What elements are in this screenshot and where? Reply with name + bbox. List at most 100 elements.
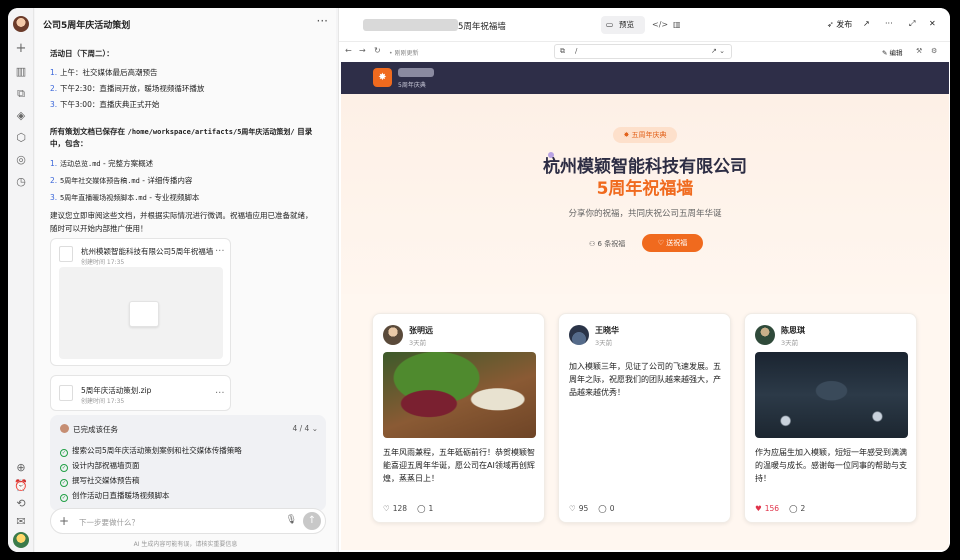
refresh-icon[interactable]: ↻ bbox=[374, 46, 381, 55]
tab-preview[interactable]: ▭ 预览 bbox=[601, 16, 645, 34]
app-window: + ▥ ⧉ ◈ ⬡ ◎ ◷ ⊕ ⏰ ⟲ ✉ 公司5周年庆活动策划 ··· 活动日… bbox=[8, 8, 950, 552]
target-icon[interactable]: ◎ bbox=[13, 152, 29, 168]
wish-card: 王晓华 3天前 加入模颖三年，见证了公司的飞速发展。五周年之际，祝愿我们的团队越… bbox=[558, 313, 731, 523]
task-item: ✓ 设计内部祝福墙页面 bbox=[60, 461, 140, 472]
advice-text: 建议您立即审阅这些文档，并根据实际情况进行微调。祝福墙应用已准备就绪， bbox=[50, 211, 313, 220]
page-icon: ⧉ bbox=[560, 47, 565, 55]
wish-count: ⚇ 6 条祝福 bbox=[589, 240, 626, 248]
mic-icon[interactable]: 🎙 bbox=[286, 515, 297, 525]
doc-item: 2. 5周年社交媒体预告稿.md - 详细传播内容 bbox=[50, 176, 193, 185]
more-icon[interactable]: ··· bbox=[885, 19, 893, 28]
card-footer: ♥ 156 ◯ 2 bbox=[755, 504, 806, 513]
comment-icon[interactable]: ◯ bbox=[417, 504, 425, 513]
artifact-preview[interactable] bbox=[59, 267, 223, 359]
mail-icon[interactable]: ✉ bbox=[13, 514, 29, 530]
attach-icon[interactable]: + bbox=[59, 514, 69, 528]
doc-item: 1. 活动总览.md - 完整方案概述 bbox=[50, 159, 154, 168]
anniversary-badge: ✸ 五周年庆典 bbox=[613, 127, 677, 143]
close-icon[interactable]: ✕ bbox=[929, 19, 936, 28]
preview-panel: 5周年祝福墙 ▭ 预览 </> ▥ ➶ 发布 ↗ ··· ⤢ ✕ ← → ↻ • … bbox=[338, 8, 950, 552]
logo-icon[interactable]: ✸ bbox=[373, 68, 392, 87]
more-icon[interactable]: ··· bbox=[317, 14, 328, 28]
monitor-icon: ▭ bbox=[606, 20, 614, 29]
artifact-card-zip[interactable]: 5周年庆活动策划.zip 创建时间 17:35 ··· bbox=[50, 375, 231, 411]
redacted-brand bbox=[398, 68, 434, 77]
chart-icon[interactable]: ▥ bbox=[673, 20, 681, 29]
wall-title: 5周年祝福墙 bbox=[596, 179, 694, 199]
preview-thumb-icon bbox=[129, 301, 159, 327]
publish-button[interactable]: ➶ 发布 bbox=[827, 19, 852, 30]
task-header[interactable]: 已完成该任务 bbox=[60, 424, 118, 435]
author-name: 陈思琪 bbox=[781, 326, 805, 335]
expand-icon[interactable]: ⤢ bbox=[909, 19, 915, 29]
wish-card: 张明远 3天前 五年风雨兼程，五年砥砺前行！恭贺模颖智能喜迎五周年华诞，愿公司在… bbox=[372, 313, 545, 523]
comment-icon[interactable]: ◯ bbox=[789, 504, 797, 513]
add-circle-icon[interactable]: ⊕ bbox=[13, 460, 29, 476]
author-name: 王晓华 bbox=[595, 326, 619, 335]
liked-heart-icon[interactable]: ♥ bbox=[755, 504, 762, 513]
comment-icon[interactable]: ◯ bbox=[598, 504, 606, 513]
post-time: 3天前 bbox=[409, 339, 427, 347]
message-input[interactable]: 下一步要做什么？ bbox=[79, 517, 139, 528]
cube-icon[interactable]: ⬡ bbox=[13, 130, 29, 146]
schedule-item: 2. 下午2:30：直播间开放，暖场视频循环播放 bbox=[50, 84, 205, 93]
web-page: ✸ 5周年庆典 ✸ 五周年庆典 杭州模颖智能科技有限公司 5周年祝福墙 分享你的… bbox=[341, 62, 949, 550]
open-external-icon[interactable]: ↗ ⌄ bbox=[711, 45, 725, 58]
back-icon[interactable]: ← bbox=[345, 46, 352, 55]
share-icon[interactable]: ↗ bbox=[863, 19, 870, 28]
task-count[interactable]: 4 / 4 ⌄ bbox=[292, 424, 318, 433]
advice-text: 随时可以开始内部推广使用！ bbox=[50, 224, 148, 233]
doc-item: 3. 5周年直播暖场视频脚本.md - 专业视频脚本 bbox=[50, 193, 200, 202]
schedule-item: 1. 上午：社交媒体最后高潮预告 bbox=[50, 68, 158, 77]
layers-icon[interactable]: ◈ bbox=[13, 108, 29, 124]
more-icon[interactable]: ··· bbox=[215, 388, 225, 399]
forward-icon[interactable]: → bbox=[359, 46, 366, 55]
site-nav: ✸ 5周年庆典 bbox=[341, 62, 949, 94]
refresh-status: • 刚刚更新 bbox=[389, 50, 419, 57]
new-chat-icon[interactable]: + bbox=[13, 41, 29, 57]
artifact-time: 创建时间 17:35 bbox=[81, 259, 125, 266]
profile-avatar[interactable] bbox=[13, 532, 29, 548]
settings-icon[interactable]: ⚙ bbox=[931, 47, 937, 55]
preview-title: 5周年祝福墙 bbox=[458, 22, 506, 32]
alarm-icon[interactable]: ⏰ bbox=[13, 478, 29, 494]
edit-icon: ✎ bbox=[882, 49, 888, 57]
disclaimer: AI 生成内容可能有误，请核实重要信息 bbox=[133, 541, 238, 548]
people-icon: ⚇ bbox=[589, 240, 596, 248]
task-item: ✓ 搜索公司5周年庆活动策划案例和社交媒体传播策略 bbox=[60, 446, 242, 457]
like-icon[interactable]: ♡ bbox=[383, 504, 390, 513]
card-footer: ♡ 95 ◯ 0 bbox=[569, 504, 615, 513]
code-icon[interactable]: </> bbox=[652, 20, 668, 29]
web-file-icon bbox=[59, 246, 73, 262]
author-name: 张明远 bbox=[409, 326, 433, 335]
nav-subtitle: 5周年庆典 bbox=[398, 82, 426, 89]
artifact-card-web[interactable]: 杭州模颖智能科技有限公司5周年祝福墙 创建时间 17:35 ··· bbox=[50, 238, 231, 366]
library-icon[interactable]: ▥ bbox=[13, 64, 29, 80]
user-avatar[interactable] bbox=[13, 16, 29, 32]
like-icon[interactable]: ♡ bbox=[569, 504, 576, 513]
send-button[interactable]: ↑ bbox=[303, 512, 321, 530]
schedule-heading: 活动日（下周二）： bbox=[50, 49, 114, 58]
wish-card: 陈思琪 3天前 作为应届生加入模颖，短短一年感受到满满的温暖与成长。感谢每一位同… bbox=[744, 313, 917, 523]
share-icon[interactable]: ⟲ bbox=[13, 496, 29, 512]
rocket-icon: ➶ bbox=[827, 20, 834, 29]
tools-icon[interactable]: ⚒ bbox=[916, 47, 922, 55]
edit-button[interactable]: ✎ 编辑 bbox=[882, 47, 903, 57]
url-field[interactable]: ⧉ / ↗ ⌄ bbox=[554, 44, 732, 59]
view-switcher: ▭ 预览 </> ▥ bbox=[601, 16, 689, 34]
task-item: ✓ 创作活动日直播暖场视频脚本 bbox=[60, 491, 170, 502]
redacted-title bbox=[363, 19, 458, 31]
history-icon[interactable]: ◷ bbox=[13, 174, 29, 190]
send-wish-button[interactable]: ♡ 送祝福 bbox=[642, 234, 703, 252]
preview-toolbar: 5周年祝福墙 ▭ 预览 </> ▥ ➶ 发布 ↗ ··· ⤢ ✕ bbox=[339, 8, 950, 42]
heart-icon: ♡ bbox=[657, 239, 665, 247]
chat-title: 公司5周年庆活动策划 bbox=[43, 21, 131, 31]
link-icon[interactable]: ⧉ bbox=[13, 86, 29, 102]
more-icon[interactable]: ··· bbox=[215, 246, 225, 257]
avatar bbox=[755, 325, 775, 345]
artifact-title: 5周年庆活动策划.zip bbox=[81, 386, 152, 395]
card-footer: ♡ 128 ◯ 1 bbox=[383, 504, 434, 513]
task-summary: 已完成该任务 4 / 4 ⌄ ✓ 搜索公司5周年庆活动策划案例和社交媒体传播策略 … bbox=[50, 415, 326, 511]
message-input-box[interactable]: + 下一步要做什么？ 🎙 ↑ bbox=[50, 508, 326, 534]
avatar bbox=[569, 325, 589, 345]
